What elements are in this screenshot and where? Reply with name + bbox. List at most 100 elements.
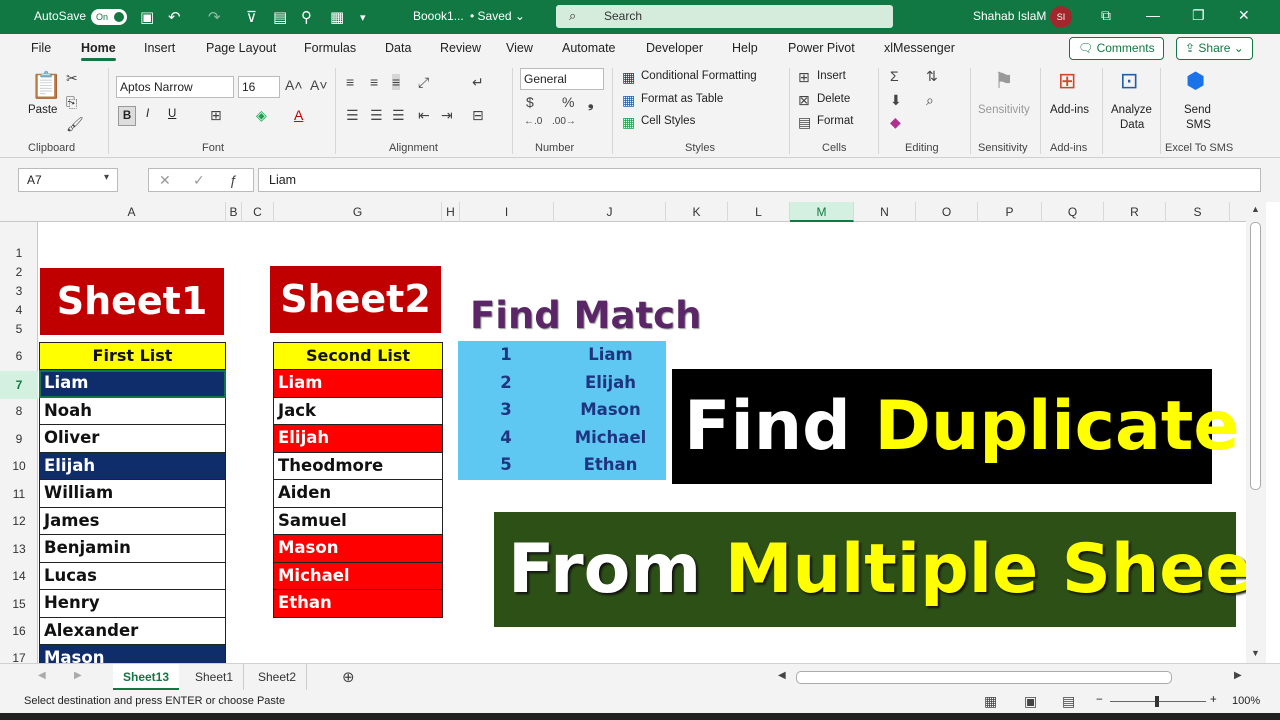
conditional-formatting-icon[interactable]: ▦ xyxy=(622,69,635,86)
match-number[interactable]: 2 xyxy=(494,373,518,392)
page-break-view-icon[interactable]: ▤ xyxy=(1062,693,1075,710)
scroll-down-icon[interactable]: ▼ xyxy=(1251,648,1260,658)
col-header-n[interactable]: N xyxy=(854,202,916,222)
insert-cells-button[interactable]: Insert xyxy=(817,70,846,82)
menu-formulas[interactable]: Formulas xyxy=(304,41,356,55)
hscroll-right-icon[interactable]: ▶ xyxy=(1234,670,1242,681)
autosave-toggle[interactable]: On xyxy=(91,9,127,25)
match-name[interactable]: Elijah xyxy=(558,373,663,392)
wrap-text-icon[interactable]: ↵ xyxy=(472,74,484,91)
cancel-icon[interactable]: ✕ xyxy=(159,172,171,189)
menu-automate[interactable]: Automate xyxy=(562,41,616,55)
row-header[interactable]: 4 xyxy=(0,303,38,317)
normal-view-icon[interactable]: ▦ xyxy=(984,693,997,710)
save-icon[interactable]: ▣ xyxy=(140,8,154,26)
zoom-slider-thumb[interactable] xyxy=(1155,696,1159,707)
first-list-item[interactable]: Benjamin xyxy=(39,535,226,563)
ribbon-display-icon[interactable]: ⧉ xyxy=(1101,7,1111,24)
match-name[interactable]: Ethan xyxy=(558,455,663,474)
number-format-select[interactable]: General xyxy=(520,68,604,90)
tab-sheet13[interactable]: Sheet13 xyxy=(113,664,180,690)
restore-icon[interactable]: ❐ xyxy=(1192,7,1205,24)
first-list-item[interactable]: Mason xyxy=(39,645,226,663)
increase-indent-icon[interactable]: ⇥ xyxy=(441,107,453,124)
match-name[interactable]: Liam xyxy=(558,345,663,364)
first-list-item[interactable]: Lucas xyxy=(39,562,226,590)
analyze-data-icon[interactable]: ⊡ xyxy=(1120,68,1138,94)
increase-decimal-icon[interactable]: ←.0 xyxy=(524,116,542,127)
paste-label[interactable]: Paste xyxy=(28,104,57,116)
redo-icon[interactable]: ↷ xyxy=(208,8,221,26)
row-header-selected[interactable]: 7 xyxy=(0,371,38,399)
name-box[interactable]: A7 xyxy=(18,168,118,192)
font-name-select[interactable]: Aptos Narrow xyxy=(116,76,234,98)
cut-icon[interactable]: ✂ xyxy=(66,70,78,87)
format-as-table-icon[interactable]: ▦ xyxy=(622,92,635,109)
page-layout-view-icon[interactable]: ▣ xyxy=(1024,693,1037,710)
borders-icon[interactable]: ⊞ xyxy=(210,107,222,124)
currency-icon[interactable]: $ xyxy=(526,94,534,110)
send-sms-icon[interactable]: ⬢ xyxy=(1186,68,1205,94)
col-header-l[interactable]: L xyxy=(728,202,790,222)
col-header-o[interactable]: O xyxy=(916,202,978,222)
col-header-j[interactable]: J xyxy=(554,202,666,222)
match-name[interactable]: Michael xyxy=(558,428,663,447)
format-cells-button[interactable]: Format xyxy=(817,115,853,127)
col-header-r[interactable]: R xyxy=(1104,202,1166,222)
menu-power-pivot[interactable]: Power Pivot xyxy=(788,41,855,55)
menu-data[interactable]: Data xyxy=(385,41,411,55)
hierarchy-icon[interactable]: ⚲ xyxy=(301,8,312,26)
saved-state[interactable]: • Saved ⌄ xyxy=(470,9,525,23)
insert-cells-icon[interactable]: ⊞ xyxy=(798,69,810,86)
second-list-item[interactable]: Mason xyxy=(273,535,443,563)
conditional-formatting-button[interactable]: Conditional Formatting xyxy=(641,70,757,82)
format-cells-icon[interactable]: ▤ xyxy=(798,114,811,131)
find-select-icon[interactable]: ⌕ xyxy=(926,92,934,109)
worksheet-grid[interactable]: Sheet1 Sheet2 First List Second List Lia… xyxy=(38,222,1246,663)
sms-label[interactable]: SMS xyxy=(1186,119,1211,131)
first-list-item[interactable]: Oliver xyxy=(39,425,226,453)
copy-icon[interactable]: ⎘ xyxy=(66,94,77,111)
row-header[interactable]: 8 xyxy=(0,404,38,418)
decrease-font-icon[interactable]: A˅ xyxy=(310,77,328,93)
second-list-item[interactable]: Samuel xyxy=(273,507,443,535)
second-list-item[interactable]: Jack xyxy=(273,397,443,425)
zoom-in-button[interactable]: + xyxy=(1210,694,1217,706)
send-label[interactable]: Send xyxy=(1184,104,1211,116)
tab-sheet2[interactable]: Sheet2 xyxy=(248,664,308,690)
italic-button[interactable]: I xyxy=(146,108,149,120)
align-right-icon[interactable]: ☰ xyxy=(392,107,405,124)
col-header-b[interactable]: B xyxy=(226,202,242,222)
first-list-item[interactable]: William xyxy=(39,480,226,508)
enter-icon[interactable]: ✓ xyxy=(193,172,205,189)
sensitivity-button[interactable]: Sensitivity xyxy=(978,104,1030,116)
doc-title[interactable]: Boook1... xyxy=(413,9,464,23)
bold-button[interactable]: B xyxy=(118,106,136,126)
menu-help[interactable]: Help xyxy=(732,41,758,55)
comma-icon[interactable]: ❟ xyxy=(588,94,594,111)
report-icon[interactable]: ▦ xyxy=(330,8,344,26)
first-list-item[interactable]: Henry xyxy=(39,590,226,618)
sort-filter-icon[interactable]: ⇅ xyxy=(926,68,938,85)
menu-page-layout[interactable]: Page Layout xyxy=(206,41,276,55)
col-header-g[interactable]: G xyxy=(274,202,442,222)
second-list-item[interactable]: Aiden xyxy=(273,480,443,508)
align-bottom-icon[interactable]: ≡ xyxy=(392,74,401,90)
formula-input[interactable]: Liam xyxy=(258,168,1261,192)
horizontal-scroll-thumb[interactable] xyxy=(796,671,1172,684)
tab-sheet1[interactable]: Sheet1 xyxy=(185,664,245,690)
font-color-icon[interactable]: A xyxy=(294,107,303,123)
col-header-q[interactable]: Q xyxy=(1042,202,1104,222)
col-header-h[interactable]: H xyxy=(442,202,460,222)
row-header[interactable]: 1 xyxy=(0,246,38,260)
font-size-select[interactable]: 16 xyxy=(238,76,280,98)
vertical-scroll-thumb[interactable] xyxy=(1250,222,1261,490)
minimize-icon[interactable]: — xyxy=(1146,7,1160,23)
search-box[interactable]: ⌕ Search xyxy=(556,5,893,28)
menu-home[interactable]: Home xyxy=(81,41,116,61)
add-ins-button[interactable]: Add-ins xyxy=(1050,104,1089,116)
vertical-scrollbar[interactable]: ▲ ▼ xyxy=(1246,202,1266,663)
user-name[interactable]: Shahab IslaM xyxy=(973,9,1046,23)
tab-scroll-right-icon[interactable]: ▶ xyxy=(74,670,82,681)
row-header[interactable]: 16 xyxy=(0,624,38,638)
